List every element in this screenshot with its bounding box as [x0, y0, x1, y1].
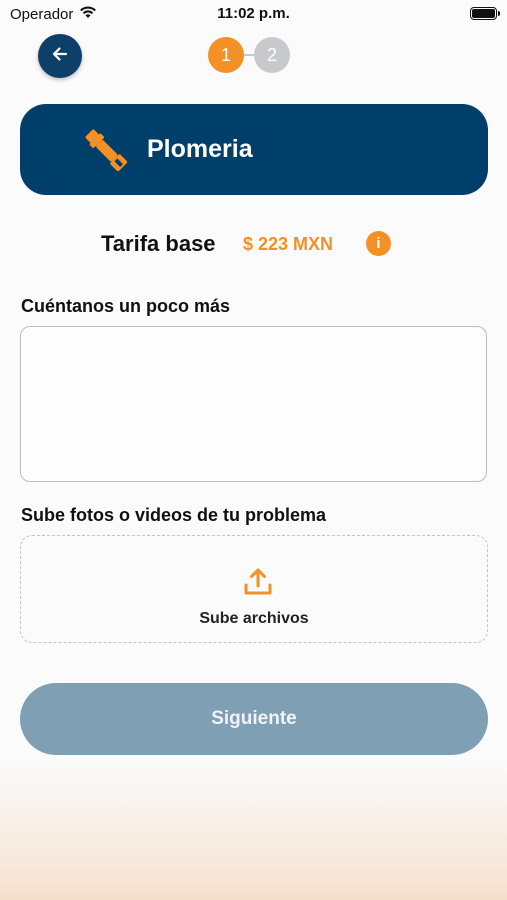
plumbing-wrench-icon	[80, 124, 132, 181]
upload-files-label: Sube archivos	[199, 610, 309, 627]
upload-files-area[interactable]: Sube archivos	[20, 535, 488, 643]
base-rate-label: Tarifa base	[101, 231, 216, 256]
back-button[interactable]	[38, 34, 82, 78]
description-label: Cuéntanos un poco más	[21, 296, 231, 316]
step-2-indicator: 2	[254, 37, 290, 73]
arrow-left-icon	[50, 44, 70, 69]
step-connector	[244, 54, 254, 56]
service-name: Plomeria	[147, 135, 253, 163]
upload-label: Sube fotos o videos de tu problema	[21, 505, 327, 525]
service-card: Plomeria	[20, 104, 488, 195]
next-button[interactable]: Siguiente	[20, 683, 488, 755]
description-field[interactable]	[20, 326, 487, 482]
base-rate-row: Tarifa base $ 223 MXN i	[0, 229, 507, 261]
status-time: 11:02 p.m.	[217, 5, 290, 22]
upload-icon	[242, 566, 274, 603]
status-bar: Operador 11:02 p.m.	[0, 0, 507, 28]
info-icon[interactable]: i	[366, 231, 391, 256]
base-rate-value: $ 223 MXN	[243, 234, 334, 254]
progress-stepper: 1 2	[208, 37, 290, 73]
battery-icon	[470, 7, 500, 20]
step-1-indicator: 1	[208, 37, 244, 73]
